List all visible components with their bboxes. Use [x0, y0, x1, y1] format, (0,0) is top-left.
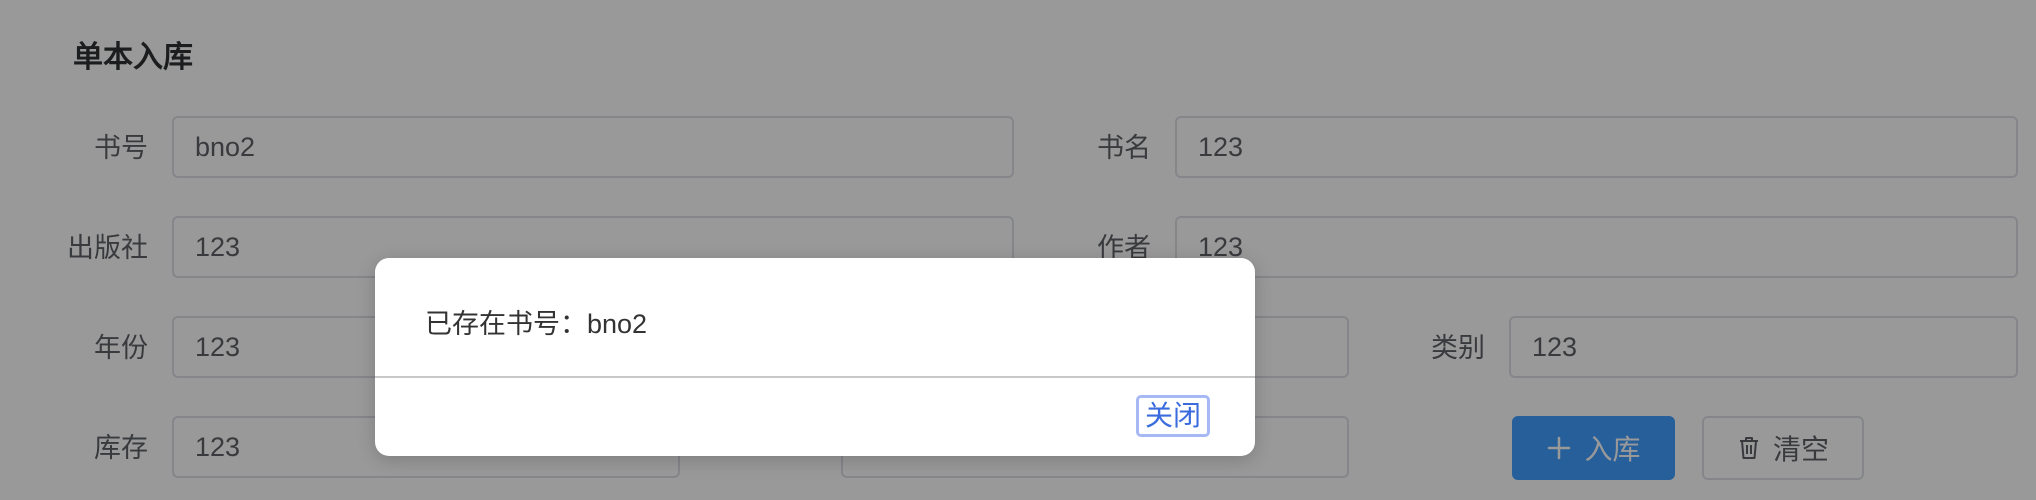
dialog-message: 已存在书号：bno2 — [425, 309, 648, 339]
alert-dialog: 已存在书号：bno2 关闭 — [375, 258, 1255, 456]
dialog-divider — [375, 376, 1255, 378]
dialog-close-button[interactable]: 关闭 — [1136, 395, 1210, 437]
